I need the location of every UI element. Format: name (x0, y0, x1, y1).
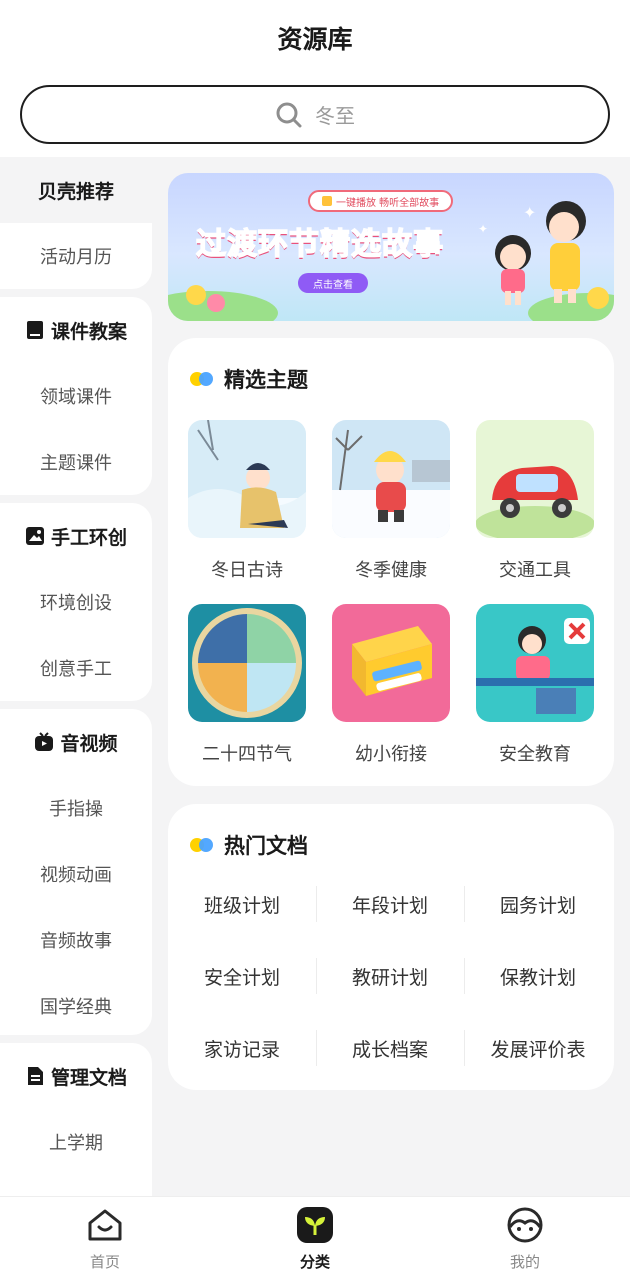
sidebar-item-recommend[interactable]: 贝壳推荐 (0, 157, 152, 223)
topic-winter-poems[interactable]: 冬日古诗 (188, 419, 306, 582)
document-icon (27, 1067, 43, 1085)
doc-class-plan[interactable]: 班级计划 (168, 884, 316, 924)
home-icon (88, 1209, 122, 1241)
featured-title-text: 精选主题 (224, 368, 308, 392)
sidebar-group-admin-docs: 管理文档 上学期 (0, 1043, 152, 1197)
sidebar-section-courseware[interactable]: 课件教案 (0, 297, 152, 363)
banner-pill: 一键播放 畅听全部故事 (308, 190, 454, 212)
dots-icon (190, 372, 218, 386)
doc-safety-plan[interactable]: 安全计划 (168, 956, 316, 996)
doc-school-plan[interactable]: 园务计划 (464, 884, 612, 924)
sidebar-section-label: 音视频 (60, 732, 118, 755)
doc-care-plan[interactable]: 保教计划 (464, 956, 612, 996)
topic-thumbnail (188, 604, 306, 722)
sidebar-item-first-semester[interactable]: 上学期 (0, 1109, 152, 1175)
tv-icon (35, 732, 54, 751)
header: 资源库 冬至 (0, 0, 630, 157)
sidebar-group-courseware: 课件教案 领域课件 主题课件 (0, 297, 152, 495)
doc-home-visit-record[interactable]: 家访记录 (168, 1028, 316, 1068)
sidebar-item-label: 贝壳推荐 (37, 180, 114, 203)
sidebar-item-creative-crafts[interactable]: 创意手工 (0, 635, 152, 701)
tab-label: 分类 (299, 1253, 330, 1271)
sidebar-section-admin-docs[interactable]: 管理文档 (0, 1043, 152, 1109)
banner-pill-text: 一键播放 畅听全部故事 (336, 197, 440, 209)
topic-label: 幼小衔接 (355, 744, 427, 765)
featured-title: 精选主题 (190, 364, 308, 394)
hot-docs-title-text: 热门文档 (224, 834, 308, 858)
search-bar[interactable]: 冬至 (20, 85, 610, 144)
sidebar-item-audio-stories[interactable]: 音频故事 (0, 907, 152, 973)
doc-growth-file[interactable]: 成长档案 (316, 1028, 464, 1068)
topic-label: 冬季健康 (355, 560, 427, 581)
sidebar-section-label: 课件教案 (50, 320, 127, 343)
topic-transportation[interactable]: 交通工具 (475, 420, 595, 582)
sidebar-item-environment[interactable]: 环境创设 (0, 569, 152, 635)
svg-text:✦: ✦ (523, 203, 536, 222)
sidebar: 贝壳推荐 活动月历 课件教案 领域课件 主题课件 手工环创 环境创设 创意手工 … (0, 157, 152, 1197)
topic-label: 安全教育 (499, 744, 571, 765)
svg-text:✦: ✦ (478, 222, 488, 236)
sidebar-section-media[interactable]: 音视频 (0, 709, 152, 775)
banner-title: 过渡环节精选故事 (195, 226, 444, 263)
sidebar-section-label: 手工环创 (50, 526, 127, 549)
sidebar-group-recommend: 贝壳推荐 活动月历 (0, 157, 152, 289)
topic-thumbnail (332, 604, 450, 722)
topic-thumbnail (476, 604, 594, 722)
sidebar-section-crafts[interactable]: 手工环创 (0, 503, 152, 569)
topic-thumbnail (332, 420, 450, 538)
topic-safety-education[interactable]: 安全教育 (476, 604, 594, 766)
search-placeholder: 冬至 (315, 104, 355, 128)
hot-docs-card: 热门文档 班级计划 年段计划 园务计划 安全计划 教研计划 保教计划 家访记录 … (168, 804, 614, 1090)
sidebar-item-domain-courseware[interactable]: 领域课件 (0, 363, 152, 429)
topic-label: 冬日古诗 (211, 560, 283, 581)
dots-icon (190, 838, 218, 852)
tab-category[interactable]: 分类 (255, 1205, 375, 1277)
play-all-icon (322, 196, 332, 206)
sidebar-group-media: 音视频 手指操 视频动画 音频故事 国学经典 (0, 709, 152, 1035)
profile-icon (507, 1207, 543, 1243)
promo-banner[interactable]: ✦ ✦ 一键播放 畅听全部故事 过渡环节精选故事 点击查看 (168, 173, 614, 321)
page-title: 资源库 (277, 25, 353, 54)
doc-evaluation-form[interactable]: 发展评价表 (464, 1028, 612, 1068)
sprout-icon (297, 1207, 333, 1243)
topic-label: 交通工具 (499, 560, 571, 581)
book-icon (26, 321, 43, 339)
topic-thumbnail (475, 420, 595, 542)
tab-label: 首页 (89, 1253, 120, 1271)
sidebar-item-finger-play[interactable]: 手指操 (0, 775, 152, 841)
topic-label: 二十四节气 (202, 744, 292, 765)
tab-label: 我的 (509, 1253, 540, 1271)
tab-bar: 首页 分类 我的 (0, 1196, 630, 1280)
sidebar-group-crafts: 手工环创 环境创设 创意手工 (0, 503, 152, 701)
doc-research-plan[interactable]: 教研计划 (316, 956, 464, 996)
sidebar-item-calendar[interactable]: 活动月历 (0, 223, 152, 289)
featured-topics-card: 精选主题 冬日古诗 冬季健康 交通工具 二十四节气 幼小衔接 安全教育 (168, 338, 614, 786)
topic-solar-terms[interactable]: 二十四节气 (188, 604, 306, 766)
search-icon (276, 102, 302, 127)
topic-kindergarten-transition[interactable]: 幼小衔接 (332, 604, 450, 766)
sidebar-item-classics[interactable]: 国学经典 (0, 973, 152, 1039)
sidebar-section-label: 管理文档 (50, 1066, 127, 1089)
sidebar-item-theme-courseware[interactable]: 主题课件 (0, 429, 152, 495)
hot-docs-title: 热门文档 (190, 830, 308, 860)
tab-home[interactable]: 首页 (45, 1205, 165, 1277)
topic-thumbnail (188, 419, 306, 538)
image-icon (25, 527, 44, 545)
tab-mine[interactable]: 我的 (465, 1205, 585, 1277)
sidebar-item-video-animation[interactable]: 视频动画 (0, 841, 152, 907)
doc-grade-plan[interactable]: 年段计划 (316, 884, 464, 924)
banner-view-button[interactable]: 点击查看 (298, 273, 368, 293)
topic-winter-health[interactable]: 冬季健康 (332, 420, 450, 582)
